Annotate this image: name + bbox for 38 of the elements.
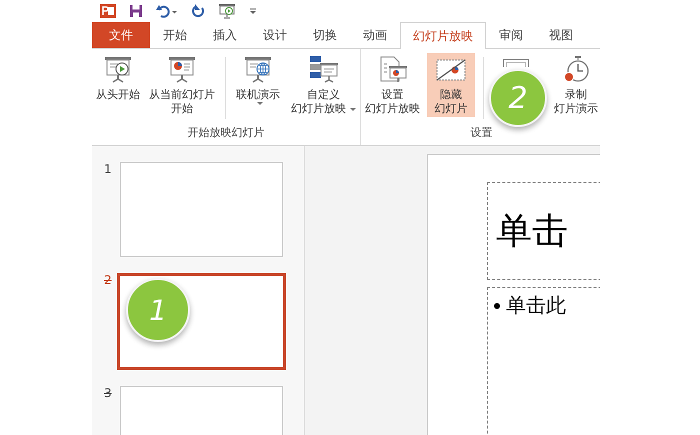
ribbon-button[interactable]: 联机演示 <box>234 53 282 117</box>
title-placeholder[interactable]: 单击 <box>487 182 600 280</box>
content-placeholder[interactable]: 单击此 <box>487 287 600 435</box>
bullet-icon <box>494 302 500 308</box>
ribbon-tab[interactable]: 插入 <box>200 22 250 48</box>
ribbon-button[interactable]: 自定义 幻灯片放映 <box>289 53 358 117</box>
ribbon-tab[interactable]: 动画 <box>350 22 400 48</box>
customize-arrow-icon[interactable] <box>249 7 257 15</box>
projector-play-icon <box>102 55 134 85</box>
ribbon-tab[interactable]: 开始 <box>150 22 200 48</box>
redo-icon[interactable] <box>191 4 205 18</box>
body-text: 单击此 <box>506 292 566 319</box>
projector-chart-icon <box>166 55 198 85</box>
undo-icon[interactable] <box>156 4 178 18</box>
projector-globe-icon <box>242 55 274 85</box>
ribbon-tab[interactable]: 视图 <box>536 22 586 48</box>
app-logo-icon[interactable] <box>100 3 116 19</box>
slide-number: 3 <box>104 386 113 400</box>
ribbon-tab[interactable]: 切换 <box>300 22 350 48</box>
slide-number: 2 <box>104 273 113 287</box>
group-label: 开始放映幻灯片 <box>186 125 266 141</box>
group-label: 设置 <box>470 125 494 141</box>
ribbon-tab[interactable]: 设计 <box>250 22 300 48</box>
ribbon-button[interactable]: 从头开始 <box>94 53 142 117</box>
ribbon-button[interactable]: 从当前幻灯片 开始 <box>147 53 217 117</box>
ribbon-button[interactable]: 隐藏 幻灯片 <box>427 53 475 117</box>
callout-badge: 2 <box>489 69 547 127</box>
ribbon-tab[interactable]: 幻灯片放映 <box>400 22 486 49</box>
ribbon-button[interactable]: 录制 灯片演示 <box>552 53 600 117</box>
slide-number: 1 <box>104 162 113 176</box>
projector-screen-icon[interactable] <box>218 3 236 19</box>
file-tab[interactable]: 文件 <box>92 22 150 48</box>
ribbon-button[interactable]: 设置 幻灯片放映 <box>363 53 422 117</box>
title-text: 单击 <box>496 210 568 254</box>
callout-badge: 1 <box>126 278 190 342</box>
slide-thumbnail[interactable] <box>120 162 283 257</box>
ribbon-tab[interactable]: 审阅 <box>486 22 536 48</box>
projector-list-icon <box>308 55 340 85</box>
